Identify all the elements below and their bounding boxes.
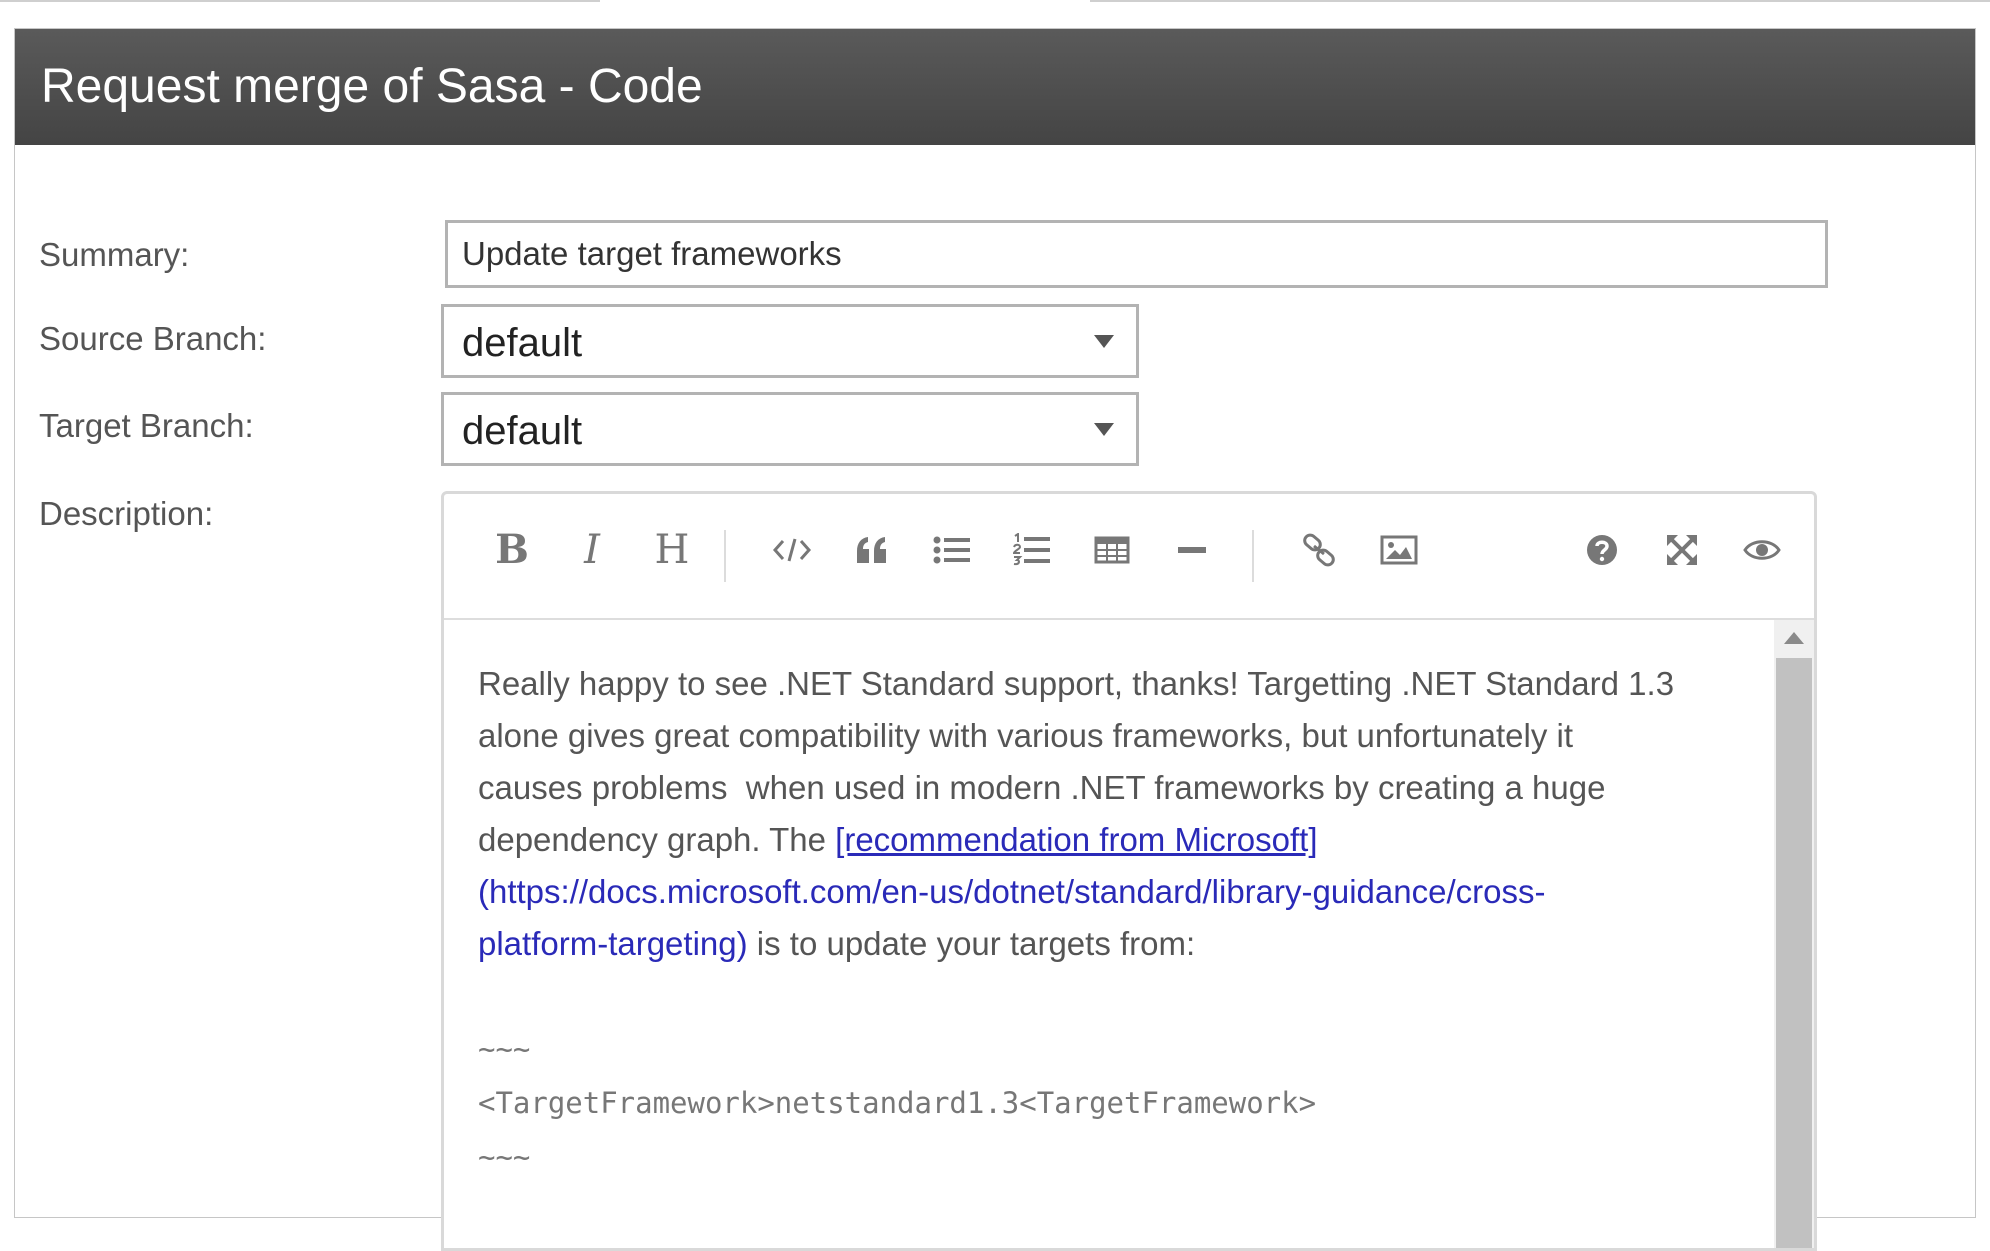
quote-button[interactable]	[846, 524, 898, 576]
preview-button[interactable]	[1736, 524, 1788, 576]
editor-scrollbar[interactable]	[1774, 620, 1814, 1248]
top-strip-segment	[1090, 0, 1990, 2]
source-branch-select[interactable]: default	[441, 304, 1139, 378]
description-label: Description:	[39, 495, 214, 532]
description-line: causes problems when used in modern .NET…	[478, 769, 1606, 806]
dialog-header: Request merge of Sasa - Code	[15, 29, 1975, 145]
chevron-down-icon	[1094, 423, 1114, 436]
italic-button[interactable]: I	[566, 524, 618, 576]
markdown-editor: B I H Really happy to see .NET Standard …	[441, 491, 1817, 1251]
unordered-list-button[interactable]	[926, 524, 978, 576]
heading-button[interactable]: H	[646, 524, 698, 576]
scroll-up-arrow-icon[interactable]	[1784, 632, 1804, 644]
italic-icon: I	[584, 527, 600, 573]
unordered-list-icon	[933, 536, 970, 564]
help-icon	[1587, 535, 1617, 565]
toolbar-separator	[724, 530, 726, 582]
top-strip-segment	[0, 0, 600, 2]
source-branch-label: Source Branch:	[39, 320, 267, 357]
scrollbar-thumb[interactable]	[1776, 658, 1812, 1248]
preview-icon	[1743, 540, 1781, 560]
description-line: dependency graph. The [recommendation fr…	[478, 814, 1740, 866]
horizontal-rule-icon	[1178, 547, 1206, 553]
heading-icon: H	[654, 527, 690, 573]
code-button[interactable]	[766, 524, 818, 576]
link-button[interactable]	[1293, 524, 1345, 576]
description-line: platform-targeting) is to update your ta…	[478, 918, 1740, 970]
target-branch-select[interactable]: default	[441, 392, 1139, 466]
description-line: alone gives great compatibility with var…	[478, 717, 1574, 754]
recommendation-link-text: [recommendation from Microsoft]	[835, 821, 1318, 858]
target-branch-label: Target Branch:	[39, 407, 254, 444]
fullscreen-button[interactable]	[1656, 524, 1708, 576]
help-button[interactable]	[1576, 524, 1628, 576]
editor-toolbar: B I H	[444, 494, 1814, 620]
table-button[interactable]	[1086, 524, 1138, 576]
recommendation-url: (https://docs.microsoft.com/en-us/dotnet…	[478, 873, 1546, 910]
recommendation-url: platform-targeting)	[478, 925, 748, 962]
description-textarea[interactable]: Really happy to see .NET Standard suppor…	[444, 620, 1774, 1248]
top-strip	[0, 0, 1990, 6]
description-text: is to update your targets from:	[747, 925, 1196, 962]
description-text: dependency graph. The	[478, 821, 836, 858]
summary-input[interactable]	[445, 220, 1828, 288]
merge-request-dialog: Request merge of Sasa - Code Summary: So…	[14, 28, 1976, 1251]
quote-icon	[857, 537, 886, 563]
image-button[interactable]	[1373, 524, 1425, 576]
chevron-down-icon	[1094, 335, 1114, 348]
code-fence-close: ~~~	[478, 1140, 531, 1174]
table-icon	[1094, 536, 1130, 564]
bold-button[interactable]: B	[486, 524, 538, 576]
bold-icon: B	[495, 526, 529, 573]
toolbar-separator	[1252, 530, 1254, 582]
dialog-title: Request merge of Sasa - Code	[41, 60, 703, 113]
link-icon	[1303, 533, 1335, 567]
source-branch-value: default	[462, 321, 583, 365]
target-branch-value: default	[462, 409, 583, 453]
fullscreen-icon	[1667, 535, 1697, 565]
summary-label: Summary:	[39, 236, 190, 273]
code-icon	[772, 538, 812, 562]
code-line: <TargetFramework>netstandard1.3<TargetFr…	[478, 1086, 1317, 1120]
description-line: Really happy to see .NET Standard suppor…	[478, 665, 1675, 702]
ordered-list-button[interactable]	[1006, 524, 1058, 576]
ordered-list-icon	[1013, 533, 1050, 566]
image-icon	[1380, 535, 1418, 565]
code-fence-open: ~~~	[478, 1032, 531, 1066]
horizontal-rule-button[interactable]	[1166, 524, 1218, 576]
